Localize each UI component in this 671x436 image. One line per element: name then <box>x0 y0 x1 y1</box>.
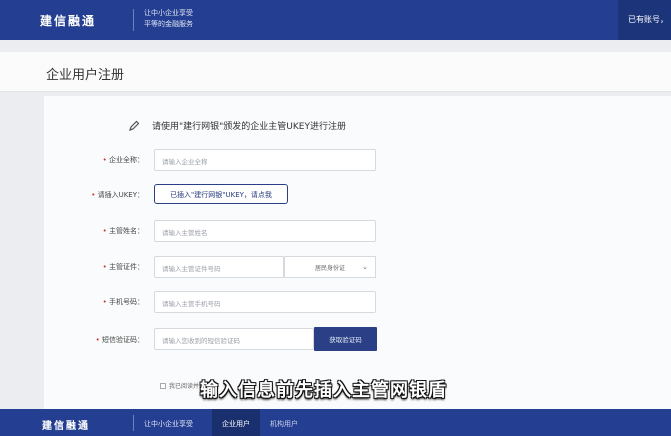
phone-input[interactable]: 请输入主管手机号码 <box>154 291 376 313</box>
get-sms-code-button[interactable]: 获取验证码 <box>314 327 377 351</box>
subtitle-caption: 输入信息前先插入主管网银盾 <box>200 380 447 401</box>
chevron-down-icon: ⌄ <box>362 263 368 271</box>
id-type-select[interactable]: 居民身份证 ⌄ <box>284 256 376 278</box>
header-divider <box>133 9 134 31</box>
registration-form: 请使用"建行网银"颁发的企业主管UKEY进行注册 • 企业全称： 请输入企业全称… <box>44 96 671 416</box>
manager-name-input[interactable]: 请输入主管姓名 <box>154 220 376 242</box>
manager-id-label: • 主管证件： <box>102 263 144 271</box>
account-login-link[interactable]: 已有账号， <box>618 0 671 40</box>
page-title: 企业用户注册 <box>46 68 125 83</box>
manager-id-input[interactable]: 请输入主管证件号码 <box>154 256 284 278</box>
phone-label: • 手机号码： <box>102 298 144 306</box>
footer-divider <box>133 415 134 431</box>
sms-code-input[interactable]: 请输入您收到的短信验证码 <box>154 328 314 350</box>
tab-enterprise-user[interactable]: 企业用户 <box>212 409 260 436</box>
tab-institution-user[interactable]: 机构用户 <box>260 409 308 436</box>
header-slogan: 让中小企业享受 平等的金融服务 <box>144 8 193 30</box>
sms-code-label: • 短信验证码： <box>95 336 144 344</box>
top-header: 建信融通 让中小企业享受 平等的金融服务 已有账号， <box>0 0 671 40</box>
notice-text: 请使用"建行网银"颁发的企业主管UKEY进行注册 <box>152 122 346 132</box>
ukey-label: • 请插入UKEY： <box>91 191 144 199</box>
checkbox-icon[interactable] <box>160 383 166 389</box>
manager-name-label: • 主管姓名： <box>102 227 144 235</box>
company-name-input[interactable]: 请输入企业全称 <box>154 149 376 171</box>
slogan-line-2: 平等的金融服务 <box>144 20 193 28</box>
page-title-bar: 企业用户注册 <box>0 52 671 92</box>
footer-brand-logo[interactable]: 建信融通 <box>42 417 90 432</box>
slogan-line-1: 让中小企业享受 <box>144 9 193 17</box>
ukey-inserted-button[interactable]: 已插入"建行网银"UKEY，请点我 <box>154 184 288 204</box>
footer-slogan: 让中小企业享受 <box>144 420 193 428</box>
account-text: 已有账号， <box>628 15 668 24</box>
bottom-nav-bar: 建信融通 让中小企业享受 企业用户 机构用户 <box>0 409 671 436</box>
company-name-label: • 企业全称： <box>102 156 144 164</box>
brand-logo[interactable]: 建信融通 <box>40 12 96 29</box>
pen-icon <box>129 120 140 131</box>
